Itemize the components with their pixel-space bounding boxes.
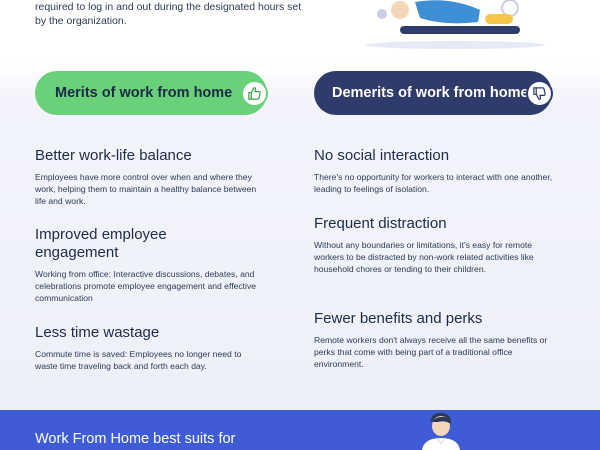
demerits-header-label: Demerits of work from home (332, 85, 529, 101)
merit-item-title: Better work-life balance (35, 147, 192, 164)
intro-section: required to log in and out during the de… (0, 0, 600, 60)
demerit-item-frequent-distraction: Frequent distraction Without any boundar… (314, 215, 564, 275)
person-lying-illustration (365, 0, 545, 49)
thumbs-down-icon (526, 80, 553, 107)
best-suits-section: Work From Home best suits for (0, 410, 600, 450)
merit-item-work-life-balance: Better work-life balance Employees have … (35, 147, 265, 207)
thumbs-up-icon (241, 80, 268, 107)
demerit-item-fewer-benefits: Fewer benefits and perks Remote workers … (314, 310, 564, 370)
demerit-item-no-social-interaction: No social interaction There's no opportu… (314, 147, 559, 195)
demerit-item-title: No social interaction (314, 147, 450, 164)
person-avatar-illustration (422, 412, 460, 450)
merits-header: Merits of work from home (35, 71, 268, 115)
merit-item-less-time-wastage: Less time wastage Commute time is saved:… (35, 324, 265, 372)
demerit-item-text: Without any boundaries or limitations, i… (314, 240, 534, 274)
merit-item-title: Improved employee engagement (35, 226, 167, 261)
merits-header-label: Merits of work from home (55, 85, 233, 101)
demerits-header: Demerits of work from home (314, 71, 553, 115)
intro-line-1: required to log in and out during the de… (35, 1, 302, 13)
demerit-item-title: Frequent distraction (314, 215, 447, 232)
demerit-item-title: Fewer benefits and perks (314, 310, 483, 327)
intro-text: required to log in and out during the de… (35, 0, 325, 28)
intro-line-2: by the organization. (35, 15, 127, 27)
merit-item-text: Employees have more control over when an… (35, 172, 257, 206)
merit-item-text: Working from office: Interactive discuss… (35, 269, 257, 303)
merit-item-employee-engagement: Improved employee engagement Working fro… (35, 226, 265, 304)
merit-item-text: Commute time is saved: Employees no long… (35, 349, 242, 371)
demerit-item-text: Remote workers don't always receive all … (314, 335, 548, 369)
merit-item-title: Less time wastage (35, 324, 160, 341)
best-suits-title: Work From Home best suits for (35, 431, 236, 447)
demerit-item-text: There's no opportunity for workers to in… (314, 172, 553, 194)
